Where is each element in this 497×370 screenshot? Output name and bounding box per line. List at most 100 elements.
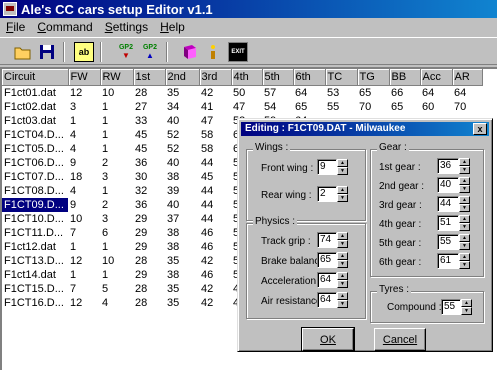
table-cell[interactable]: F1CT09.D... xyxy=(2,198,68,212)
table-cell[interactable]: 44 xyxy=(199,184,231,198)
table-cell[interactable]: 38 xyxy=(165,170,199,184)
table-cell[interactable]: 35 xyxy=(165,254,199,268)
table-cell[interactable]: 28 xyxy=(133,296,165,310)
compound-input[interactable]: 55 xyxy=(441,299,461,315)
table-cell[interactable]: 38 xyxy=(165,268,199,282)
column-header[interactable]: RW xyxy=(100,69,134,86)
spin-up-icon[interactable]: ▲ xyxy=(459,158,470,166)
table-cell[interactable]: 10 xyxy=(100,254,133,268)
spin-up-icon[interactable]: ▲ xyxy=(459,234,470,242)
table-cell[interactable]: F1ct14.dat xyxy=(2,268,68,282)
spin-down-icon[interactable]: ▼ xyxy=(337,240,348,248)
table-cell[interactable]: 65 xyxy=(357,86,389,101)
table-cell[interactable]: 28 xyxy=(133,282,165,296)
table-cell[interactable]: 52 xyxy=(165,128,199,142)
spin-down-icon[interactable]: ▼ xyxy=(459,204,470,212)
gear-spinner[interactable]: 36 ▲ ▼ xyxy=(437,158,470,174)
table-cell[interactable]: 44 xyxy=(199,156,231,170)
table-cell[interactable]: 38 xyxy=(165,226,199,240)
table-cell[interactable]: 1 xyxy=(68,240,100,254)
gear-input[interactable]: 40 xyxy=(437,177,459,193)
spin-down-icon[interactable]: ▼ xyxy=(459,166,470,174)
spin-down-icon[interactable]: ▼ xyxy=(459,242,470,250)
air-resistance-spinner[interactable]: 64 ▲ ▼ xyxy=(317,292,348,308)
track-grip-input[interactable]: 74 xyxy=(317,232,337,248)
table-cell[interactable]: 35 xyxy=(165,296,199,310)
table-cell[interactable]: 39 xyxy=(165,184,199,198)
table-cell[interactable]: 70 xyxy=(357,100,389,114)
table-cell[interactable]: 28 xyxy=(133,86,165,101)
table-cell[interactable]: 42 xyxy=(199,282,231,296)
column-header[interactable]: BB xyxy=(389,69,421,86)
table-cell[interactable]: 1 xyxy=(100,128,133,142)
table-cell[interactable]: F1ct01.dat xyxy=(2,86,68,101)
table-cell[interactable]: 47 xyxy=(199,114,231,128)
table-cell[interactable]: 1 xyxy=(100,268,133,282)
table-cell[interactable]: 29 xyxy=(133,212,165,226)
table-cell[interactable]: 29 xyxy=(133,240,165,254)
table-cell[interactable]: 4 xyxy=(68,184,100,198)
table-cell[interactable]: 4 xyxy=(100,296,133,310)
table-cell[interactable]: 3 xyxy=(68,100,100,114)
table-cell[interactable]: 1 xyxy=(68,114,100,128)
table-cell[interactable]: 36 xyxy=(133,156,165,170)
gear-spinner[interactable]: 44 ▲ ▼ xyxy=(437,196,470,212)
spin-down-icon[interactable]: ▼ xyxy=(459,185,470,193)
column-header[interactable]: FW xyxy=(68,69,101,86)
table-cell[interactable]: 1 xyxy=(100,114,133,128)
gear-input[interactable]: 36 xyxy=(437,158,459,174)
menu-command[interactable]: Command xyxy=(31,20,98,34)
table-cell[interactable]: 45 xyxy=(133,128,165,142)
table-cell[interactable]: 58 xyxy=(199,142,231,156)
table-cell[interactable]: 3 xyxy=(100,212,133,226)
spin-down-icon[interactable]: ▼ xyxy=(461,307,472,315)
table-cell[interactable]: 12 xyxy=(68,86,100,101)
close-icon[interactable]: x xyxy=(473,123,487,135)
table-cell[interactable]: F1CT15.D... xyxy=(2,282,68,296)
brake-balance-input[interactable]: 65 xyxy=(317,252,337,268)
table-cell[interactable]: F1ct12.dat xyxy=(2,240,68,254)
ok-button[interactable]: OK xyxy=(301,327,355,352)
table-cell[interactable]: 44 xyxy=(199,212,231,226)
gp2-to-gp3-icon[interactable]: GP2 ▼ xyxy=(116,42,136,62)
menu-help[interactable]: Help xyxy=(154,20,191,34)
table-cell[interactable]: 40 xyxy=(165,114,199,128)
table-cell[interactable]: 3 xyxy=(100,170,133,184)
column-header[interactable]: 3rd xyxy=(199,69,232,86)
table-cell[interactable]: F1CT08.D... xyxy=(2,184,68,198)
table-cell[interactable]: 7 xyxy=(68,226,100,240)
table-cell[interactable]: 28 xyxy=(133,254,165,268)
table-cell[interactable]: 60 xyxy=(420,100,452,114)
table-cell[interactable]: 4 xyxy=(68,142,100,156)
column-header[interactable]: 6th xyxy=(293,69,326,86)
menu-settings[interactable]: Settings xyxy=(99,20,154,34)
spin-up-icon[interactable]: ▲ xyxy=(337,159,348,167)
table-cell[interactable]: 2 xyxy=(100,198,133,212)
acceleration-input[interactable]: 64 xyxy=(317,272,337,288)
table-cell[interactable]: 46 xyxy=(199,268,231,282)
column-header[interactable]: TG xyxy=(357,69,390,86)
table-cell[interactable]: 40 xyxy=(165,156,199,170)
table-cell[interactable]: 12 xyxy=(68,254,100,268)
table-cell[interactable]: 46 xyxy=(199,240,231,254)
table-cell[interactable]: F1CT07.D... xyxy=(2,170,68,184)
table-cell[interactable]: 10 xyxy=(100,86,133,101)
table-cell[interactable]: 46 xyxy=(199,226,231,240)
spin-up-icon[interactable]: ▲ xyxy=(459,196,470,204)
table-cell[interactable]: 33 xyxy=(133,114,165,128)
exit-icon[interactable]: EXIT xyxy=(228,42,248,62)
table-cell[interactable]: F1CT05.D... xyxy=(2,142,68,156)
column-header[interactable]: Circuit xyxy=(2,69,69,86)
table-cell[interactable]: 1 xyxy=(100,100,133,114)
gear-spinner[interactable]: 61 ▲ ▼ xyxy=(437,253,470,269)
gp3-to-gp2-icon[interactable]: GP2 ▲ xyxy=(140,42,160,62)
table-cell[interactable]: 52 xyxy=(165,142,199,156)
table-cell[interactable]: 40 xyxy=(165,198,199,212)
table-cell[interactable]: 41 xyxy=(199,100,231,114)
spin-up-icon[interactable]: ▲ xyxy=(337,272,348,280)
gear-input[interactable]: 61 xyxy=(437,253,459,269)
spin-up-icon[interactable]: ▲ xyxy=(459,177,470,185)
gear-input[interactable]: 44 xyxy=(437,196,459,212)
table-cell[interactable]: 54 xyxy=(262,100,293,114)
table-cell[interactable]: F1CT13.D... xyxy=(2,254,68,268)
